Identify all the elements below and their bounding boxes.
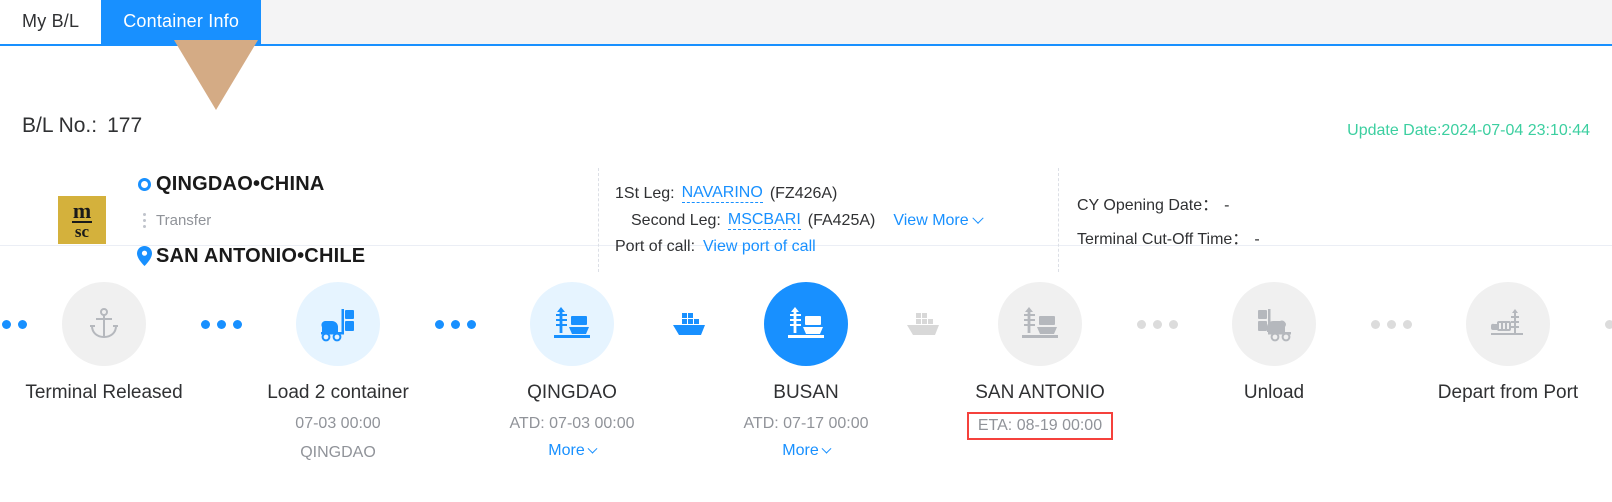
step-caption: Depart from Port	[1437, 382, 1579, 403]
step-caption: Unload	[1243, 382, 1305, 403]
step-more-button[interactable]: More	[782, 442, 832, 460]
timeline-connector-vessel-pending	[880, 282, 966, 366]
step-location: QINGDAO	[300, 444, 376, 461]
forklift-unload-icon	[1232, 282, 1316, 366]
tab-my-bl[interactable]: My B/L	[0, 0, 102, 44]
timeline-connector-edge	[0, 282, 30, 366]
second-leg-voyage: (FA425A)	[807, 211, 876, 229]
bl-number: B/L No.: 177	[22, 114, 142, 138]
step-more-button[interactable]: More	[548, 442, 598, 460]
step-time: 07-03 00:00	[295, 415, 381, 432]
route-origin-label: QINGDAO•CHINA	[156, 172, 325, 195]
shipment-header: B/L No.: 177 Update Date:2024-07-04 23:10…	[0, 46, 1612, 272]
port-crane-ship-icon	[530, 282, 614, 366]
chevron-down-icon	[821, 443, 832, 454]
cargo-ship-icon	[673, 313, 705, 335]
view-more-button[interactable]: View More	[893, 211, 984, 230]
carrier-logo-msc: m sc	[58, 196, 106, 244]
carrier-logo-top: m	[71, 197, 93, 223]
tab-bar: My B/L Container Info	[0, 0, 1612, 46]
cargo-ship-icon	[907, 313, 939, 335]
transfer-dots-icon	[132, 212, 156, 228]
view-more-label: View More	[893, 211, 969, 229]
forklift-icon	[296, 282, 380, 366]
timeline-step-unload[interactable]: Unload	[1200, 282, 1348, 404]
tab-container-info[interactable]: Container Info	[101, 0, 262, 44]
cy-opening-date-value: -	[1224, 197, 1230, 214]
shipment-timeline: Terminal Released Load 2 container 07-03…	[0, 246, 1612, 501]
timeline-connector-vessel	[646, 282, 732, 366]
update-date: Update Date:2024-07-04 23:10:44	[1347, 122, 1590, 139]
first-leg-vessel-link[interactable]: NAVARINO	[681, 184, 763, 203]
timeline-connector-dots	[412, 282, 498, 366]
step-atd: ATD: 07-17 00:00	[743, 415, 869, 432]
bl-number-label: B/L No.:	[22, 114, 98, 137]
tab-container-info-label: Container Info	[123, 10, 240, 31]
step-caption: SAN ANTONIO	[975, 382, 1105, 403]
timeline-step-qingdao[interactable]: QINGDAO ATD: 07-03 00:00 More	[498, 282, 646, 460]
step-caption: BUSAN	[773, 382, 839, 403]
timeline-connector-dots	[1582, 282, 1612, 366]
route-transfer-label: Transfer	[156, 211, 212, 229]
first-leg-voyage: (FZ426A)	[769, 184, 838, 202]
route-transfer-row: Transfer	[132, 202, 365, 238]
step-caption: Terminal Released	[25, 382, 183, 403]
timeline-connector-dots	[1348, 282, 1434, 366]
timeline-step-load-container[interactable]: Load 2 container 07-03 00:00 QINGDAO	[264, 282, 412, 462]
second-leg-vessel-link[interactable]: MSCBARI	[727, 211, 801, 230]
step-more-label: More	[548, 442, 585, 459]
first-leg-label: 1St Leg:	[615, 184, 675, 202]
step-caption: QINGDAO	[527, 382, 617, 403]
step-more-label: More	[782, 442, 819, 459]
chevron-down-icon	[971, 212, 984, 224]
step-atd: ATD: 07-03 00:00	[509, 415, 635, 432]
tab-my-bl-label: My B/L	[22, 10, 80, 31]
bl-number-value: 177	[107, 114, 143, 137]
truck-crane-icon	[1466, 282, 1550, 366]
timeline-track: Terminal Released Load 2 container 07-03…	[0, 282, 1612, 462]
port-crane-ship-icon	[764, 282, 848, 366]
timeline-step-san-antonio[interactable]: SAN ANTONIO ETA: 08-19 00:00	[966, 282, 1114, 440]
route-origin-row: QINGDAO•CHINA	[132, 166, 365, 202]
first-leg-row: 1St Leg: NAVARINO (FZ426A)	[615, 184, 982, 203]
step-caption: Load 2 container	[267, 382, 409, 403]
timeline-connector-dots	[1114, 282, 1200, 366]
timeline-connector-dots	[178, 282, 264, 366]
port-crane-ship-icon	[998, 282, 1082, 366]
cy-opening-date-row: CY Opening Date： -	[1077, 191, 1260, 215]
second-leg-label: Second Leg:	[631, 211, 721, 229]
chevron-down-icon	[587, 443, 598, 454]
timeline-step-terminal-released[interactable]: Terminal Released	[25, 282, 183, 404]
carrier-logo-bottom: sc	[74, 221, 90, 241]
timeline-step-busan[interactable]: BUSAN ATD: 07-17 00:00 More	[732, 282, 880, 460]
step-eta-highlighted: ETA: 08-19 00:00	[966, 412, 1114, 440]
origin-ring-icon	[132, 177, 156, 191]
anchor-icon	[62, 282, 146, 366]
cy-opening-date-label: CY Opening Date：	[1077, 197, 1219, 214]
timeline-step-depart-from-port[interactable]: Depart from Port	[1434, 282, 1582, 404]
second-leg-row: Second Leg: MSCBARI (FA425A) View More	[615, 211, 984, 230]
